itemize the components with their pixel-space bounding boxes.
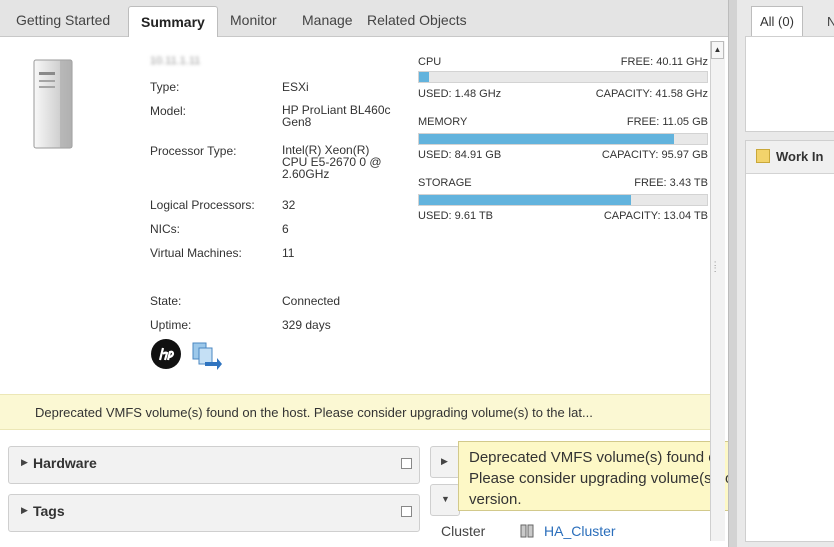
processor-type-value: Intel(R) Xeon(R) CPU E5-2670 0 @ 2.60GHz <box>282 143 382 181</box>
tab-monitor[interactable]: Monitor <box>230 12 277 28</box>
memory-usage-bar <box>418 133 708 145</box>
storage-capacity: CAPACITY: 13.04 TB <box>603 210 708 222</box>
maximize-icon[interactable] <box>401 506 412 517</box>
uptime-value: 329 days <box>282 318 331 332</box>
memory-header: MEMORY FREE: 11.05 GB <box>418 116 708 128</box>
right-pane: All (0) N Work In <box>737 0 834 547</box>
migrate-vm-icon[interactable] <box>191 340 223 370</box>
state-value: Connected <box>282 294 341 308</box>
virtual-machines-value: 11 <box>282 246 295 260</box>
cluster-label: Cluster <box>441 523 486 539</box>
cpu-header: CPU FREE: 40.11 GHz <box>418 56 708 68</box>
cpu-footer: USED: 1.48 GHz CAPACITY: 41.58 GHz <box>418 88 708 100</box>
tab-bar: Getting Started Summary Monitor Manage R… <box>0 0 737 37</box>
model-label: Model: <box>150 104 187 118</box>
tags-title: Tags <box>33 503 65 519</box>
storage-free: FREE: 3.43 TB <box>634 177 708 189</box>
storage-name: STORAGE <box>418 177 472 189</box>
vertical-scrollbar[interactable]: ▲ :: <box>710 41 725 541</box>
storage-footer: USED: 9.61 TB CAPACITY: 13.04 TB <box>418 210 708 222</box>
work-in-progress-header: Work In <box>746 141 834 174</box>
state-label: State: <box>150 294 182 308</box>
alarms-list <box>745 36 834 132</box>
virtual-machines-label: Virtual Machines: <box>150 246 242 260</box>
scroll-up-icon[interactable]: ▲ <box>711 41 724 59</box>
memory-free: FREE: 11.05 GB <box>626 116 708 128</box>
host-name: 10.11.1.11 <box>150 55 201 67</box>
maximize-icon[interactable] <box>401 458 412 469</box>
tab-manage[interactable]: Manage <box>302 12 353 28</box>
cluster-icon <box>520 524 534 538</box>
cluster-link[interactable]: HA_Cluster <box>544 523 616 539</box>
tags-panel[interactable]: ▶ Tags <box>8 494 420 532</box>
cpu-name: CPU <box>418 56 442 68</box>
cluster-row: Cluster HA_Cluster <box>430 519 710 543</box>
tab-getting-started[interactable]: Getting Started <box>16 12 110 28</box>
work-in-progress-title: Work In <box>776 149 824 164</box>
config-panel-toggle[interactable]: ▶ <box>430 446 460 478</box>
cpu-usage-bar <box>418 71 708 83</box>
memory-name: MEMORY <box>418 116 468 128</box>
hardware-title: Hardware <box>33 455 97 471</box>
scroll-grip-icon[interactable]: :: <box>714 260 716 274</box>
storage-header: STORAGE FREE: 3.43 TB <box>418 177 708 189</box>
memory-used: USED: 84.91 GB <box>418 149 502 161</box>
hardware-panel[interactable]: ▶ Hardware <box>8 446 420 484</box>
related-panel-toggle[interactable]: ▼ <box>430 484 460 516</box>
memory-footer: USED: 84.91 GB CAPACITY: 95.97 GB <box>418 149 708 161</box>
tab-next[interactable]: N <box>827 14 834 29</box>
task-icon <box>756 149 770 163</box>
hp-logo-icon <box>151 339 181 369</box>
cpu-capacity: CAPACITY: 41.58 GHz <box>595 88 708 100</box>
storage-used: USED: 9.61 TB <box>418 210 493 222</box>
warning-banner: Deprecated VMFS volume(s) found on the h… <box>0 394 712 430</box>
expand-arrow-icon[interactable]: ▶ <box>21 505 28 516</box>
collapse-arrow-icon[interactable]: ▼ <box>441 494 450 504</box>
tab-summary[interactable]: Summary <box>128 6 218 37</box>
logical-processors-label: Logical Processors: <box>150 198 255 212</box>
tab-related-objects[interactable]: Related Objects <box>367 12 467 28</box>
memory-capacity: CAPACITY: 95.97 GB <box>601 149 708 161</box>
cpu-used: USED: 1.48 GHz <box>418 88 502 100</box>
type-value: ESXi <box>282 80 309 94</box>
expand-arrow-icon[interactable]: ▶ <box>21 457 28 468</box>
storage-usage-bar <box>418 194 708 206</box>
cpu-free: FREE: 40.11 GHz <box>620 56 708 68</box>
expand-arrow-icon[interactable]: ▶ <box>441 456 448 467</box>
uptime-label: Uptime: <box>150 318 192 332</box>
processor-type-label: Processor Type: <box>150 144 237 158</box>
work-in-progress-panel: Work In <box>745 140 834 542</box>
nics-value: 6 <box>282 222 289 236</box>
model-value: HP ProLiant BL460c Gen8 <box>282 103 391 129</box>
type-label: Type: <box>150 80 180 94</box>
server-icon <box>33 59 73 149</box>
nics-label: NICs: <box>150 222 180 236</box>
logical-processors-value: 32 <box>282 198 296 212</box>
tab-all[interactable]: All (0) <box>751 6 803 37</box>
